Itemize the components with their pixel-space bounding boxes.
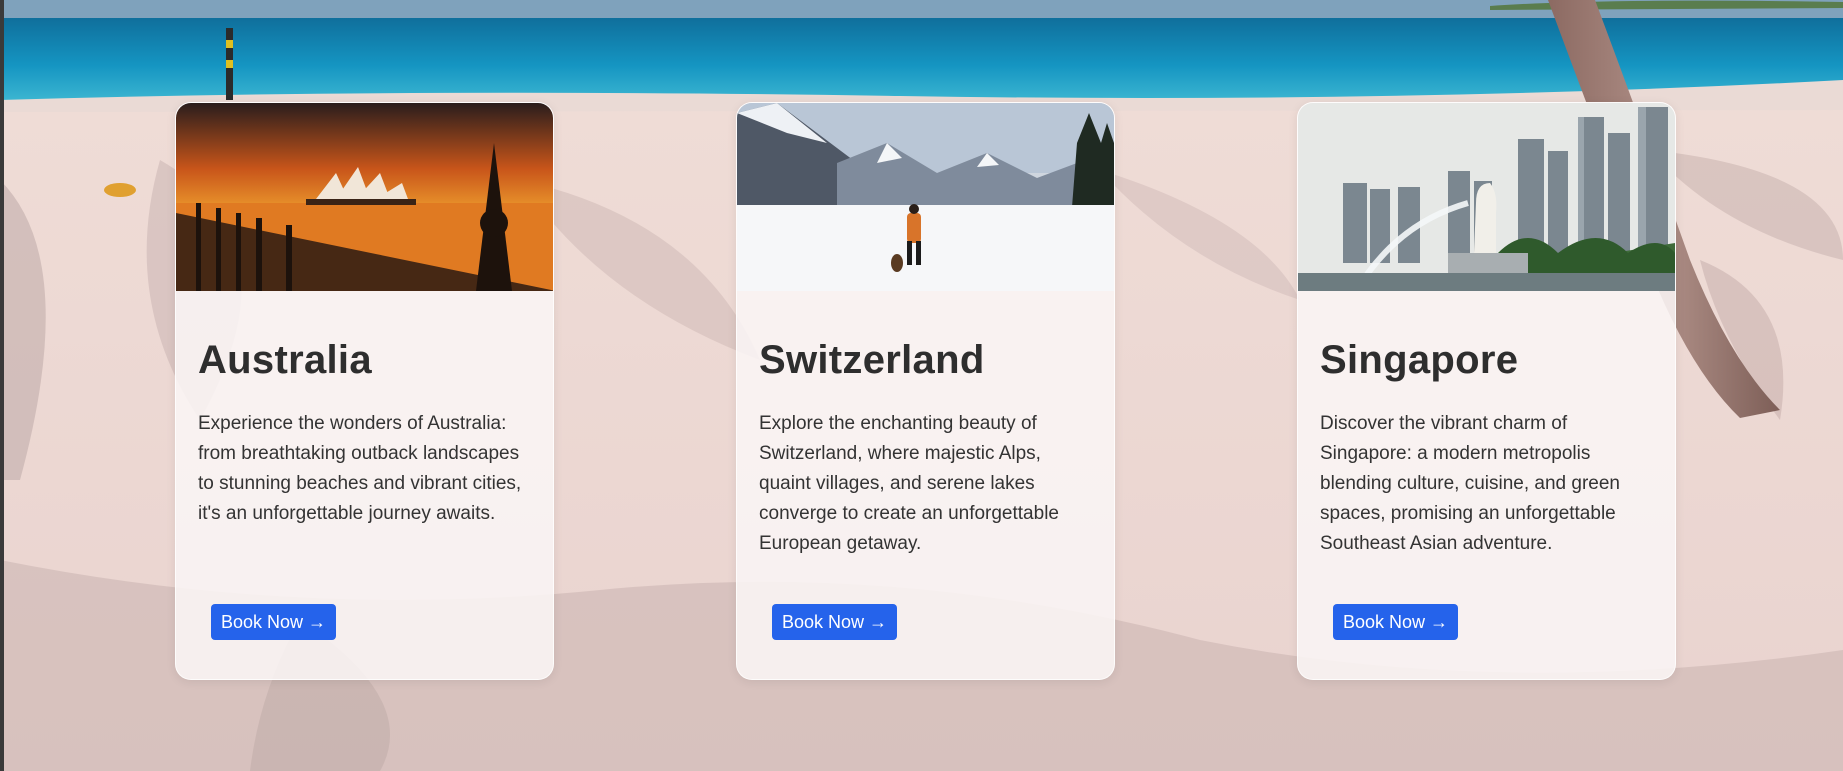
card-description: Discover the vibrant charm of Singapore:… [1320, 413, 1620, 554]
australia-image [176, 103, 553, 291]
window-edge [0, 0, 4, 771]
switzerland-image [737, 103, 1114, 291]
destination-card-australia: Australia Experience the wonders of Aust… [175, 102, 554, 680]
book-now-button-singapore[interactable]: Book Now → [1333, 604, 1459, 640]
destination-card-singapore: Singapore Discover the vibrant charm of … [1297, 102, 1676, 680]
book-now-button-switzerland[interactable]: Book Now → [772, 604, 898, 640]
card-description: Experience the wonders of Australia: fro… [198, 413, 522, 524]
card-title: Australia [198, 338, 372, 382]
card-title: Switzerland [759, 338, 985, 382]
destination-card-switzerland: Switzerland Explore the enchanting beaut… [736, 102, 1115, 680]
singapore-image [1298, 103, 1675, 291]
card-description: Explore the enchanting beauty of Switzer… [759, 413, 1059, 554]
card-title: Singapore [1320, 338, 1519, 382]
book-now-button-australia[interactable]: Book Now → [211, 604, 337, 640]
